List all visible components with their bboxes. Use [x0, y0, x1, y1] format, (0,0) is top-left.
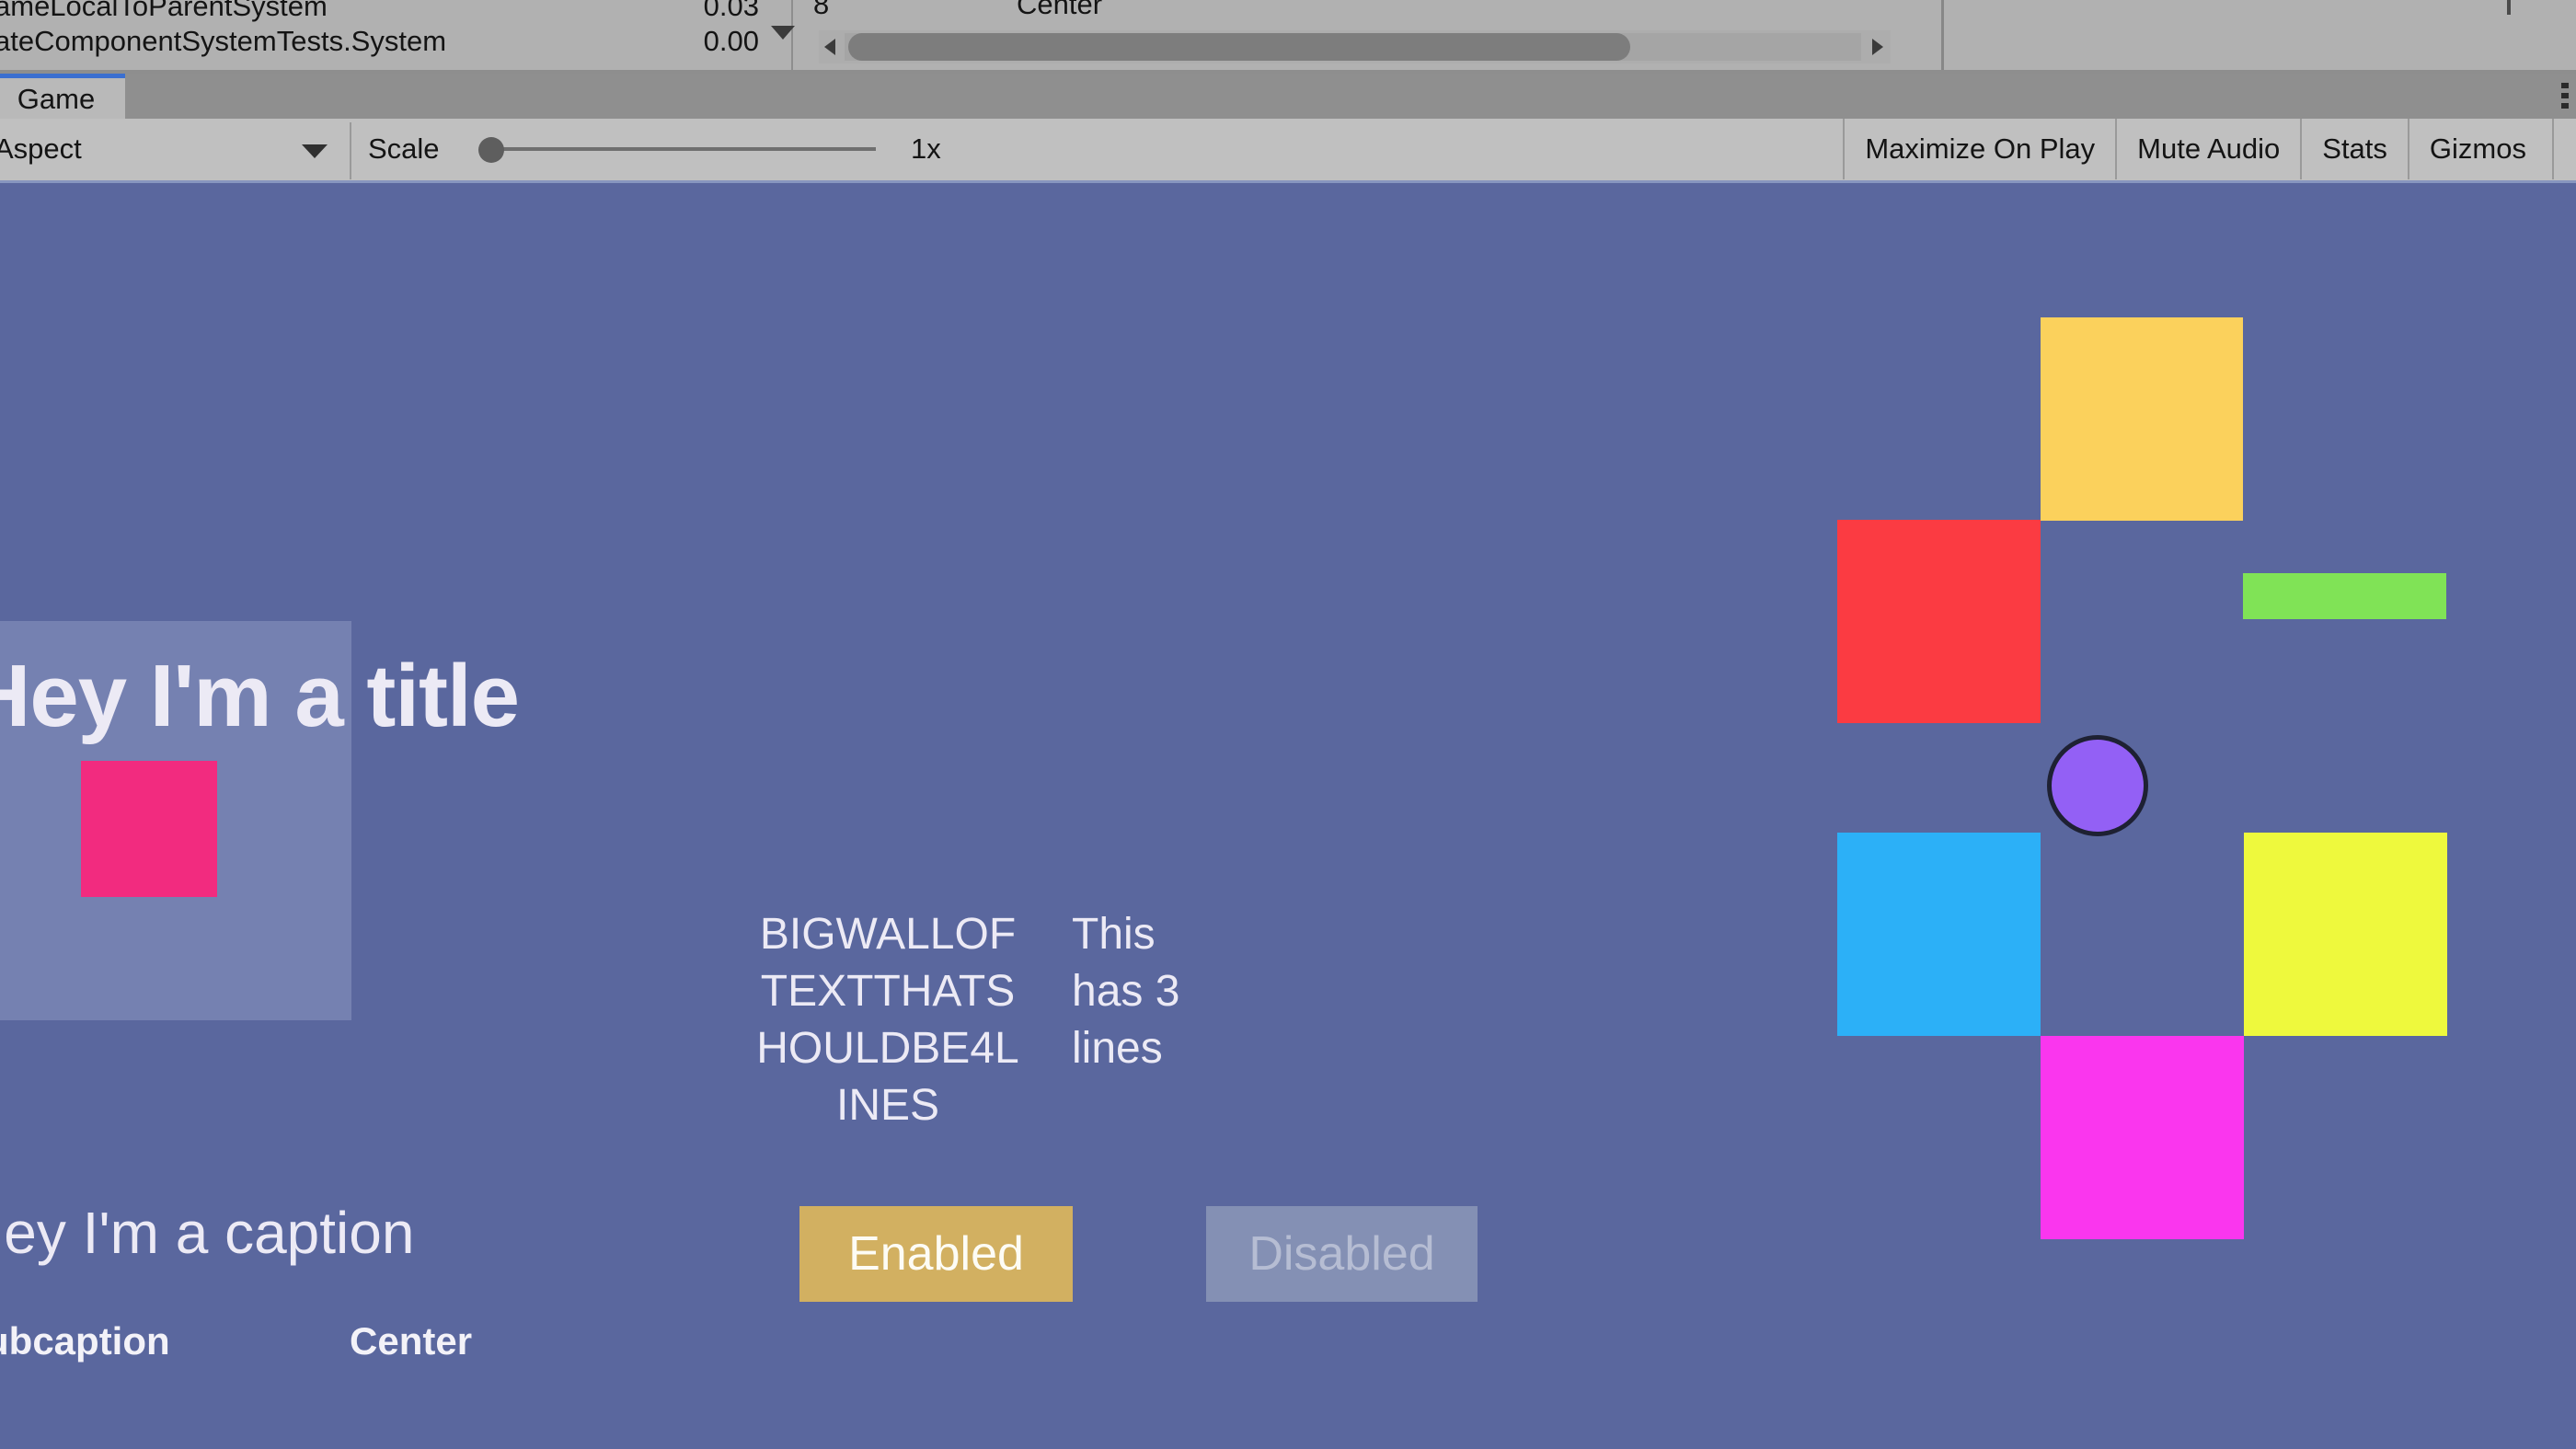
- profiler-row-name: ateComponentSystemTests.System: [0, 25, 447, 57]
- tab-game[interactable]: Game: [0, 74, 125, 119]
- pink-square-shape: [81, 761, 217, 897]
- scale-slider[interactable]: [478, 119, 883, 179]
- caption-text: Hey I'm a caption: [0, 1200, 415, 1266]
- screen-root: ameLocalToParentSystem 0.03 ateComponent…: [0, 0, 2576, 1449]
- profiler-row-value: 0.00: [703, 25, 759, 57]
- slider-knob[interactable]: [478, 137, 504, 163]
- subcaption-text: Subcaption: [0, 1319, 170, 1363]
- cyan-square-shape: [1837, 833, 2041, 1036]
- horizontal-scrollbar[interactable]: [819, 30, 1891, 63]
- scale-label: Scale: [368, 132, 440, 165]
- chevron-down-icon: [302, 144, 328, 158]
- tab-active-accent: [0, 74, 125, 78]
- tab-game-label: Game: [17, 83, 96, 115]
- disabled-button: Disabled: [1206, 1206, 1478, 1302]
- profiler-far-right-pane: [1944, 0, 2576, 70]
- toolbar-right-group: Maximize On Play Mute Audio Stats Gizmos: [1843, 119, 2576, 179]
- big-wall-of-text: BIGWALLOFTEXTTHATSHOULDBE4LINES: [756, 910, 1019, 1130]
- profiler-row-value: 0.03: [703, 0, 759, 22]
- page-title: Hey I'm a title: [0, 647, 520, 745]
- unity-editor-chrome: ameLocalToParentSystem 0.03 ateComponent…: [0, 0, 2576, 186]
- magenta-square-shape: [2041, 1036, 2244, 1239]
- aspect-dropdown-label: Aspect: [0, 132, 82, 165]
- maximize-on-play-button[interactable]: Maximize On Play: [1843, 119, 2115, 179]
- gizmos-button[interactable]: Gizmos: [2407, 119, 2554, 179]
- profiler-center-label: Center: [1017, 0, 1103, 20]
- mute-audio-button[interactable]: Mute Audio: [2115, 119, 2300, 179]
- scroll-right-icon[interactable]: [1872, 39, 1883, 55]
- scrollbar-thumb[interactable]: [848, 33, 1630, 61]
- scroll-left-icon[interactable]: [824, 39, 835, 55]
- three-lines-text: This has 3 lines: [1072, 910, 1180, 1073]
- toolbar-tail: [2554, 119, 2576, 179]
- profiler-entity-count: 8: [813, 0, 830, 20]
- aspect-dropdown[interactable]: Aspect: [0, 119, 350, 179]
- profiler-tick-mark: [2507, 0, 2511, 15]
- game-view-canvas[interactable]: Hey I'm a title Hey I'm a caption Subcap…: [0, 183, 2576, 1449]
- purple-circle-shape: [2047, 735, 2148, 836]
- chevron-down-icon[interactable]: [771, 26, 795, 40]
- yellow-square-2-shape: [2244, 833, 2447, 1036]
- scale-value: 1x: [911, 132, 941, 165]
- enabled-button[interactable]: Enabled: [799, 1206, 1073, 1302]
- green-rect-shape: [2243, 573, 2446, 619]
- toolbar-divider: [350, 122, 351, 179]
- stats-button[interactable]: Stats: [2300, 119, 2408, 179]
- overflow-menu-icon[interactable]: [2561, 83, 2569, 110]
- center-label: Center: [350, 1319, 473, 1363]
- slider-rail: [499, 147, 876, 151]
- yellow-square-shape: [2041, 317, 2243, 521]
- red-square-shape: [1837, 520, 2041, 723]
- game-view-toolbar: Aspect Scale 1x Maximize On Play Mute Au…: [0, 119, 2576, 183]
- profiler-strip: ameLocalToParentSystem 0.03 ateComponent…: [0, 0, 2576, 74]
- tab-strip: Game: [0, 74, 2576, 119]
- profiler-row-name: ameLocalToParentSystem: [0, 0, 328, 22]
